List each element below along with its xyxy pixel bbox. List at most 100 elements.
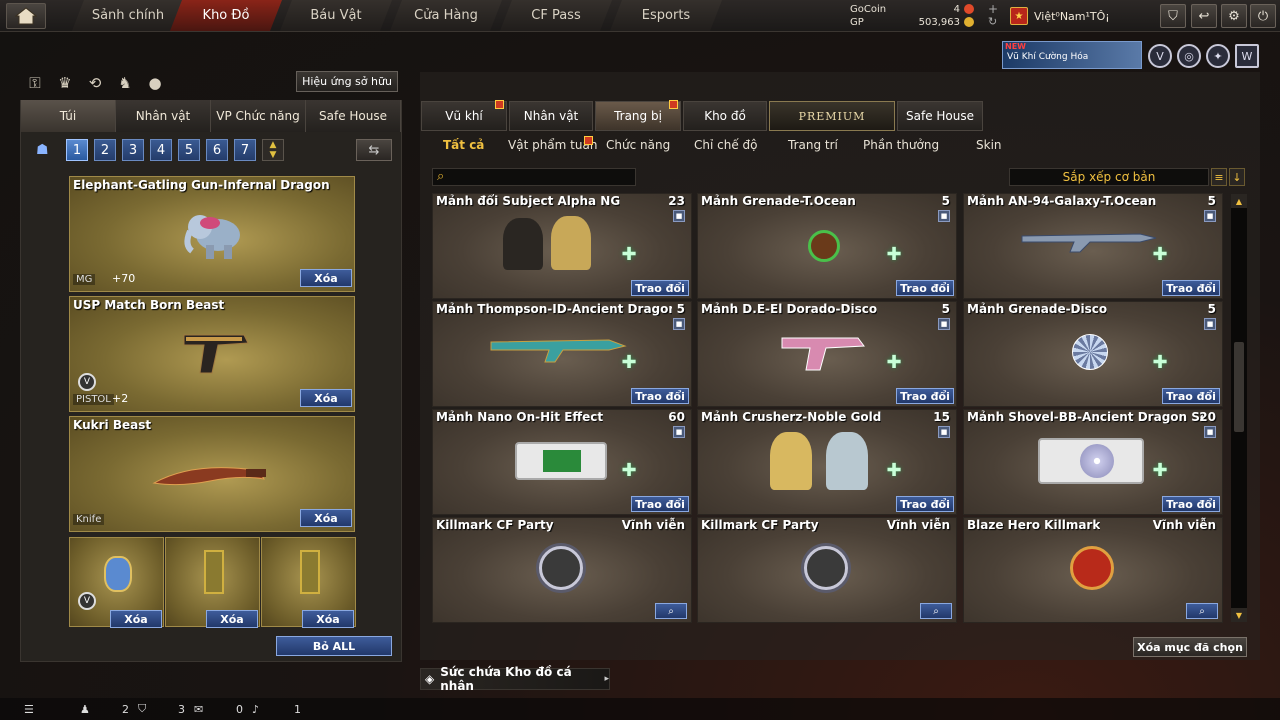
scroll-down-icon[interactable]: ▼: [1231, 608, 1247, 622]
equip-slot-secondary[interactable]: USP Match Born Beast V PISTOL +2 Xóa: [69, 296, 355, 412]
grenade-slot-3[interactable]: Xóa: [261, 537, 356, 628]
lock-icon[interactable]: ■: [1204, 426, 1216, 438]
inventory-item[interactable]: Blaze Hero Killmark Vĩnh viễn ⌕: [963, 517, 1223, 623]
left-tab-function-items[interactable]: VP Chức năng: [211, 100, 306, 132]
inventory-item[interactable]: Mảnh Shovel-BB-Ancient Dragon Sound 20 ■…: [963, 409, 1223, 515]
rotate-icon[interactable]: ⟲: [84, 72, 106, 94]
subtab-functional[interactable]: Chức năng: [606, 138, 670, 154]
sort-dropdown[interactable]: Sắp xếp cơ bản: [1009, 168, 1209, 186]
tab-storage[interactable]: Kho đồ: [683, 101, 767, 131]
trade-button[interactable]: Trao đổi: [896, 280, 954, 296]
preview-button[interactable]: ⌕: [920, 603, 952, 619]
trade-button[interactable]: Trao đổi: [631, 388, 689, 404]
search-input[interactable]: ⌕: [432, 168, 636, 186]
egg-icon[interactable]: ●: [144, 72, 166, 94]
toggle-off-icon[interactable]: ⚿: [24, 72, 46, 94]
inventory-item[interactable]: Mảnh Crusherz-Noble Gold 15 ■ ✚ Trao đổi: [697, 409, 957, 515]
lock-icon[interactable]: ■: [938, 210, 950, 222]
page-stepper[interactable]: ▲ ▼: [262, 139, 284, 161]
sword-icon[interactable]: ✦: [1206, 44, 1230, 68]
left-tab-character[interactable]: Nhân vật: [116, 100, 211, 132]
clan-icon[interactable]: ⛉: [138, 698, 146, 720]
tab-characters[interactable]: Nhân vật: [509, 101, 593, 131]
inventory-item[interactable]: Mảnh Nano On-Hit Effect 60 ■ ✚ Trao đổi: [432, 409, 692, 515]
nav-tab-shop[interactable]: Cửa Hàng: [390, 0, 502, 31]
page-button-3[interactable]: 3: [122, 139, 144, 161]
menu-list-icon[interactable]: ☰: [24, 698, 34, 720]
trade-button[interactable]: Trao đổi: [1162, 496, 1220, 512]
nav-tab-lobby[interactable]: Sảnh chính: [72, 0, 184, 31]
friends-icon[interactable]: ♟: [80, 698, 90, 720]
tab-weapons[interactable]: Vũ khí: [421, 100, 507, 131]
remove-slot-button[interactable]: Xóa: [206, 610, 258, 628]
lock-icon[interactable]: ■: [938, 426, 950, 438]
remove-all-button[interactable]: Bỏ ALL: [276, 636, 392, 656]
tab-equipment[interactable]: Trang bị: [595, 100, 681, 131]
home-button[interactable]: [6, 3, 46, 29]
promo-banner[interactable]: NEW Vũ Khí Cường Hóa: [1002, 41, 1142, 69]
equip-slot-melee[interactable]: Kukri Beast Knife Xóa: [69, 416, 355, 532]
page-button-4[interactable]: 4: [150, 139, 172, 161]
remove-slot-button[interactable]: Xóa: [302, 610, 354, 628]
nav-tab-inventory[interactable]: Kho Đồ: [170, 0, 282, 31]
add-coin-icon[interactable]: +: [988, 2, 998, 16]
preview-button[interactable]: ⌕: [1186, 603, 1218, 619]
player-info[interactable]: ★ Việt⁰Nam¹TÔ¡: [1010, 4, 1140, 28]
lock-icon[interactable]: ■: [673, 318, 685, 330]
power-button[interactable]: ⏻: [1250, 4, 1276, 28]
lock-icon[interactable]: ■: [938, 318, 950, 330]
tab-safe-house[interactable]: Safe House: [897, 101, 983, 131]
left-tab-bag[interactable]: Túi: [21, 100, 116, 132]
inventory-item[interactable]: Mảnh Grenade-Disco 5 ■ ✚ Trao đổi: [963, 301, 1223, 407]
inventory-item[interactable]: Mảnh Thompson-ID-Ancient Dragon 5 ■ ✚ Tr…: [432, 301, 692, 407]
inventory-item[interactable]: Mảnh D.E-El Dorado-Disco 5 ■ ✚ Trao đổi: [697, 301, 957, 407]
nav-tab-cf-pass[interactable]: CF Pass: [500, 0, 612, 31]
settings-button[interactable]: ⚙: [1221, 4, 1247, 28]
sort-order-icon[interactable]: ↓: [1229, 168, 1245, 186]
inventory-scrollbar[interactable]: ▲ ▼: [1231, 194, 1247, 622]
delete-selected-button[interactable]: Xóa mục đã chọn: [1133, 637, 1247, 657]
page-button-6[interactable]: 6: [206, 139, 228, 161]
trade-button[interactable]: Trao đổi: [896, 496, 954, 512]
page-button-7[interactable]: 7: [234, 139, 256, 161]
page-button-5[interactable]: 5: [178, 139, 200, 161]
subtab-rewards[interactable]: Phần thưởng: [863, 138, 939, 154]
lock-icon[interactable]: ■: [673, 426, 685, 438]
trade-button[interactable]: Trao đổi: [631, 496, 689, 512]
gift-icon[interactable]: ♛: [54, 72, 76, 94]
back-button[interactable]: ↩: [1191, 4, 1217, 28]
equip-slot-primary[interactable]: Elephant-Gatling Gun-Infernal Dragon MG …: [69, 176, 355, 292]
nav-tab-esports[interactable]: Esports: [610, 0, 722, 31]
ownership-effect-button[interactable]: Hiệu ứng sở hữu: [296, 71, 398, 92]
grenade-slot-1[interactable]: V Xóa: [69, 537, 164, 628]
inventory-item[interactable]: Mảnh đổi Subject Alpha NG 23 ■ ✚ Trao đổ…: [432, 193, 692, 299]
grenade-slot-2[interactable]: Xóa: [165, 537, 260, 628]
character-icon[interactable]: ♞: [114, 72, 136, 94]
page-button-1[interactable]: 1: [66, 139, 88, 161]
preview-button[interactable]: ⌕: [655, 603, 687, 619]
left-tab-safe-house[interactable]: Safe House: [306, 100, 401, 132]
remove-equip-button[interactable]: Xóa: [300, 269, 352, 287]
inventory-item[interactable]: Killmark CF Party Vĩnh viễn ⌕: [432, 517, 692, 623]
lock-icon[interactable]: ■: [1204, 210, 1216, 222]
inventory-item[interactable]: Mảnh Grenade-T.Ocean 5 ■ ✚ Trao đổi: [697, 193, 957, 299]
w-logo-icon[interactable]: W: [1235, 44, 1259, 68]
badge-v-icon[interactable]: V: [1148, 44, 1172, 68]
trade-button[interactable]: Trao đổi: [631, 280, 689, 296]
scroll-up-icon[interactable]: ▲: [1231, 194, 1247, 208]
trade-button[interactable]: Trao đổi: [896, 388, 954, 404]
remove-equip-button[interactable]: Xóa: [300, 509, 352, 527]
subtab-skin[interactable]: Skin: [976, 138, 1002, 154]
tab-premium[interactable]: PREMIUM: [769, 101, 895, 131]
speaker-icon[interactable]: ♪: [252, 698, 259, 720]
subtab-decoration[interactable]: Trang trí: [788, 138, 838, 154]
scroll-thumb[interactable]: [1234, 342, 1244, 432]
nav-tab-treasure[interactable]: Báu Vật: [280, 0, 392, 31]
lock-icon[interactable]: ■: [673, 210, 685, 222]
list-view-icon[interactable]: ≡: [1211, 168, 1227, 186]
trade-button[interactable]: Trao đổi: [1162, 280, 1220, 296]
globe-icon[interactable]: ◎: [1177, 44, 1201, 68]
chat-icon[interactable]: ✉: [194, 698, 203, 720]
subtab-all[interactable]: Tất cả: [443, 138, 484, 154]
refresh-icon[interactable]: ↻: [988, 15, 997, 28]
